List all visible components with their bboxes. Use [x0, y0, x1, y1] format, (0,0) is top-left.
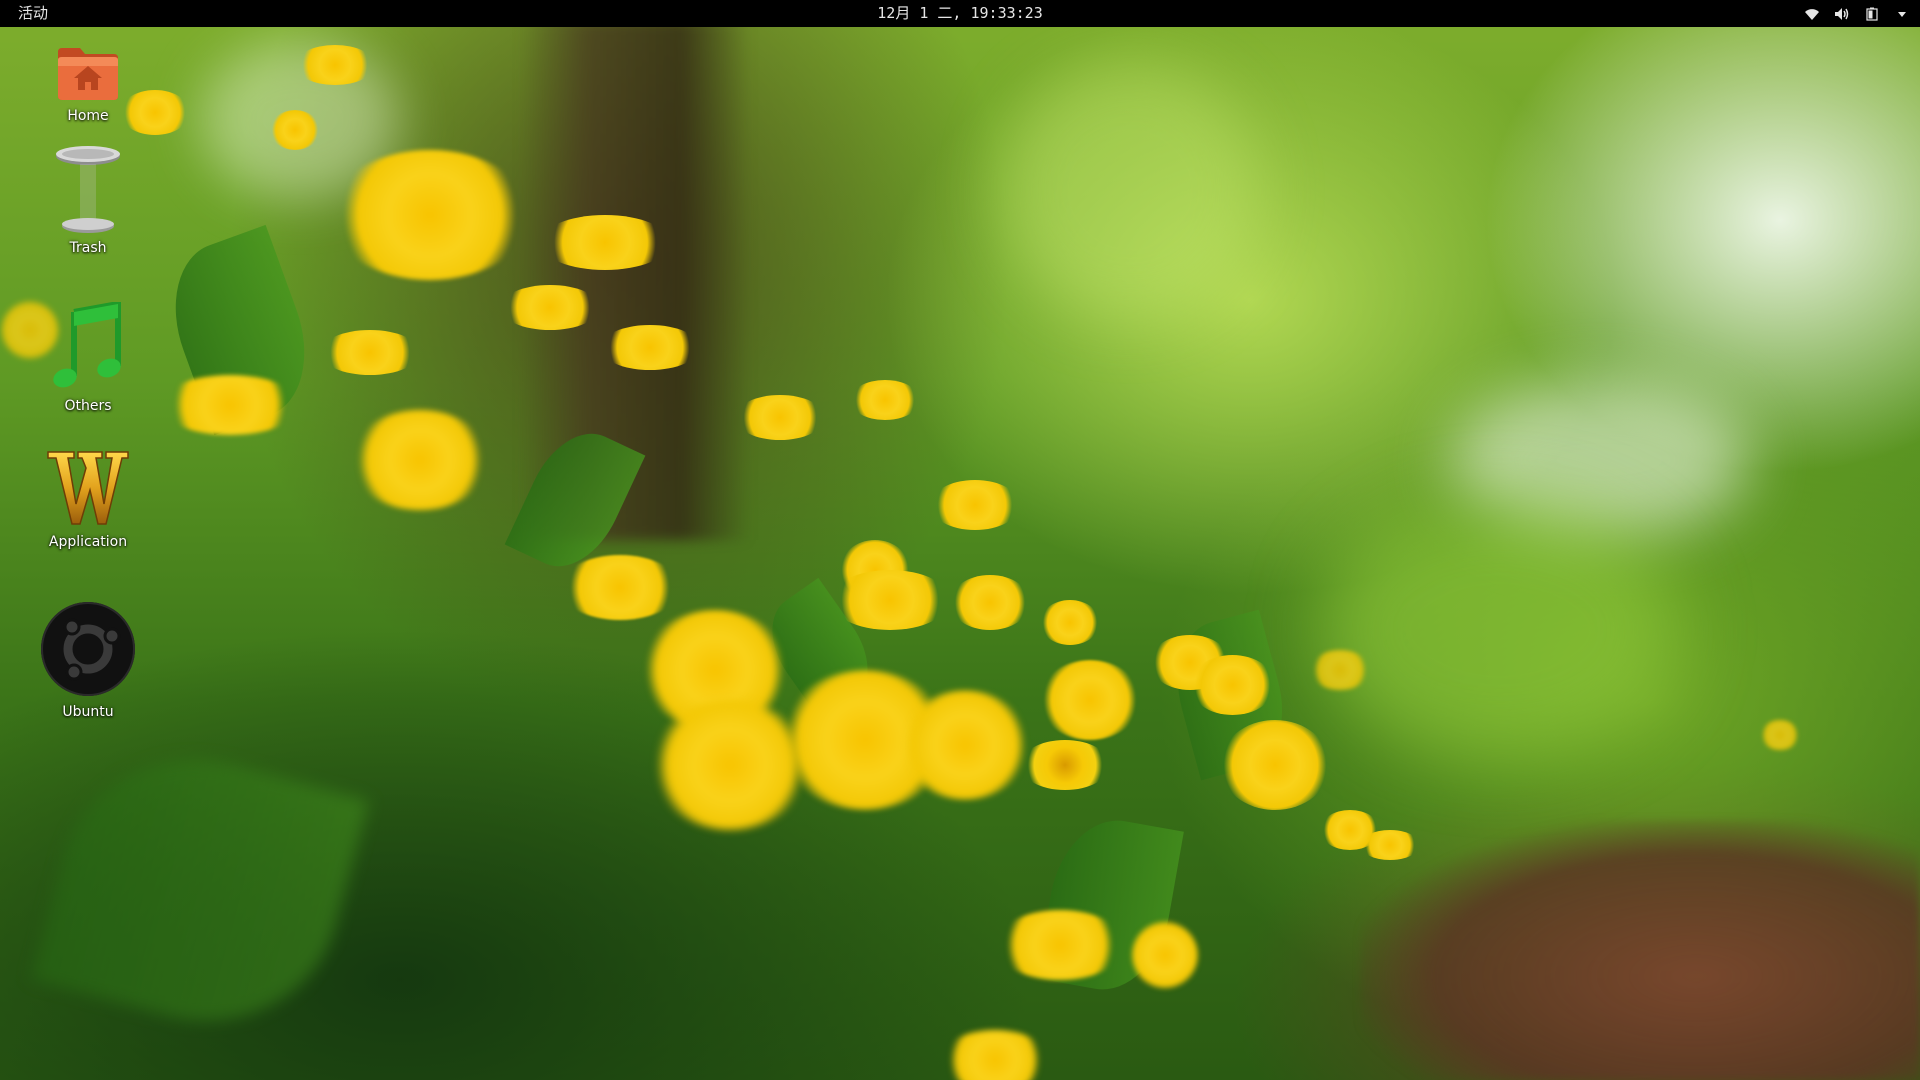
battery-icon: [1864, 6, 1880, 22]
desktop-icon-trash[interactable]: Trash: [28, 142, 148, 256]
desktop-wallpaper: [0, 0, 1920, 1080]
desktop-icon-label: Trash: [69, 240, 107, 256]
desktop-icon-application[interactable]: Application: [28, 448, 148, 550]
top-bar: 活动 12月 1 二, 19:33:23: [0, 0, 1920, 27]
w-logo-icon: [46, 448, 130, 532]
clock-area: 12月 1 二, 19:33:23: [0, 0, 1920, 27]
desktop-icon-label: Ubuntu: [62, 704, 114, 720]
desktop-icon-home[interactable]: Home: [28, 44, 148, 124]
volume-icon: [1834, 6, 1850, 22]
home-folder-icon: [56, 44, 120, 106]
music-note-icon: [52, 300, 124, 396]
wifi-icon: [1804, 6, 1820, 22]
activities-button[interactable]: 活动: [12, 0, 54, 27]
desktop-icon-label: Application: [48, 534, 128, 550]
trash-icon: [53, 142, 123, 250]
system-menu-arrow-icon: [1894, 6, 1910, 22]
wallpaper-dirt-path: [1360, 820, 1920, 1080]
desktop-icon-others[interactable]: Others: [28, 300, 148, 414]
system-status-menu[interactable]: [1804, 0, 1910, 27]
desktop-icon-label: Others: [64, 398, 112, 414]
desktop-icon-label: Home: [67, 108, 109, 124]
clock-button[interactable]: 12月 1 二, 19:33:23: [871, 4, 1048, 22]
desktop-icon-ubuntu[interactable]: Ubuntu: [28, 600, 148, 720]
ubuntu-logo-icon: [39, 600, 137, 702]
